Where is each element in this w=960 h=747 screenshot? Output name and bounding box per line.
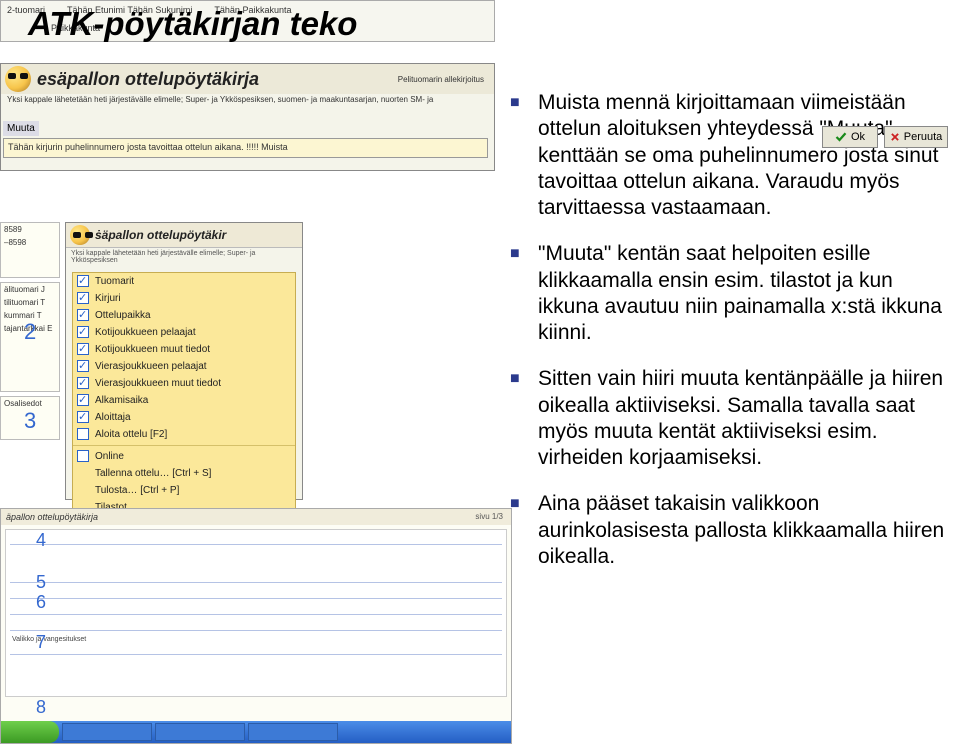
menu-item-ottelupaikka[interactable]: Ottelupaikka — [73, 307, 295, 324]
menu-label: Tuomarit — [95, 276, 134, 287]
menu-item-tallenna[interactable]: Tallenna ottelu… [Ctrl + S] — [73, 465, 295, 482]
checkbox-icon — [77, 411, 89, 423]
marker-2: 2 — [24, 319, 36, 345]
ok-label: Ok — [851, 131, 865, 143]
menu-item-aloita-ottelu[interactable]: Aloita ottelu [F2] — [73, 426, 295, 443]
cancel-label: Peruuta — [904, 131, 943, 143]
app-title: ṡäpallon ottelupöytäkir — [95, 228, 226, 242]
header-note: Yksi kappale lähetetään heti järjestäväl… — [1, 94, 494, 105]
menu-label: Kotijoukkueen pelaajat — [95, 327, 196, 338]
context-menu-window: ṡäpallon ottelupöytäkir Yksi kappale läh… — [65, 222, 303, 500]
menu-label: Vierasjoukkueen pelaajat — [95, 361, 207, 372]
checkbox-icon — [77, 275, 89, 287]
bullet-list: Muista mennä kirjoittamaan viimeistään o… — [510, 90, 950, 590]
cell: tilituomari T — [1, 296, 59, 309]
cancel-button[interactable]: Peruuta — [884, 126, 948, 148]
bullet-item: "Muuta" kentän saat helpoiten esille kli… — [510, 241, 950, 346]
checkbox-icon — [77, 343, 89, 355]
menu-label: Tulosta… [Ctrl + P] — [95, 485, 179, 496]
marker-3: 3 — [24, 408, 36, 434]
marker-4: 4 — [36, 530, 46, 551]
checkbox-icon — [77, 450, 89, 462]
menu-item-kotimuut[interactable]: Kotijoukkueen muut tiedot — [73, 341, 295, 358]
marker-6: 6 — [36, 592, 46, 613]
signature-label: Pelituomarin allekirjoitus — [392, 74, 490, 85]
taskbar-button[interactable] — [155, 723, 245, 741]
menu-label: Aloita ottelu [F2] — [95, 429, 167, 440]
checkbox-icon — [77, 360, 89, 372]
scoresheet: Valikko ja vangesitukset — [5, 529, 507, 697]
checkbox-icon — [77, 309, 89, 321]
menu-item-online[interactable]: Online — [73, 448, 295, 465]
cell: älituomari J — [1, 283, 59, 296]
menu-label: Tallenna ottelu… [Ctrl + S] — [95, 468, 211, 479]
app-title: esäpallon ottelupöytäkirja — [37, 69, 259, 90]
menu-item-kotipelaajat[interactable]: Kotijoukkueen pelaajat — [73, 324, 295, 341]
cell: 8589 — [1, 223, 59, 236]
menu-item-tulosta[interactable]: Tulosta… [Ctrl + P] — [73, 482, 295, 499]
dialog-muuta: esäpallon ottelupöytäkirja Pelituomarin … — [0, 63, 495, 171]
check-icon — [835, 131, 847, 143]
checkbox-icon — [77, 394, 89, 406]
menu-label: Kirjuri — [95, 293, 121, 304]
page-indicator: sivu 1/3 — [475, 512, 503, 521]
menu-label: Ottelupaikka — [95, 310, 151, 321]
page-title: ATK-pöytäkirjan teko — [28, 5, 357, 43]
menu-label: Online — [95, 451, 124, 462]
checkbox-icon — [77, 428, 89, 440]
muuta-input[interactable]: Tähän kirjurin puhelinnumero josta tavoi… — [3, 138, 488, 158]
menu-label: Aloittaja — [95, 412, 131, 423]
bullet-item: Aina pääset takaisin valikkoon aurinkola… — [510, 491, 950, 570]
taskbar-button[interactable] — [248, 723, 338, 741]
marker-8: 8 — [36, 697, 46, 718]
sunglasses-ball-icon — [5, 66, 31, 92]
taskbar — [1, 721, 512, 743]
menu-item-vierasmuut[interactable]: Vierasjoukkueen muut tiedot — [73, 375, 295, 392]
close-icon — [890, 132, 900, 142]
bullet-item: Sitten vain hiiri muuta kentänpäälle ja … — [510, 366, 950, 471]
section-label: Valikko ja vangesitukset — [12, 636, 86, 643]
menu-item-kirjuri[interactable]: Kirjuri — [73, 290, 295, 307]
window-title: äpallon ottelupöytäkirja — [1, 509, 511, 525]
checkbox-icon — [77, 377, 89, 389]
cell: –8598 — [1, 236, 59, 249]
checkbox-icon — [77, 292, 89, 304]
menu-item-alkamisaika[interactable]: Alkamisaika — [73, 392, 295, 409]
menu-item-aloittaja[interactable]: Aloittaja — [73, 409, 295, 426]
marker-5: 5 — [36, 572, 46, 593]
menu-label: Kotijoukkueen muut tiedot — [95, 344, 210, 355]
checkbox-icon — [77, 326, 89, 338]
marker-7: 7 — [36, 632, 46, 653]
menu-item-tuomarit[interactable]: Tuomarit — [73, 273, 295, 290]
header-note: Yksi kappale lähetetään heti järjestäväl… — [66, 248, 302, 266]
ok-button[interactable]: Ok — [822, 126, 878, 148]
muuta-label: Muuta — [3, 121, 39, 136]
taskbar-button[interactable] — [62, 723, 152, 741]
start-button[interactable] — [1, 721, 59, 743]
sidepanel-1: 8589 –8598 — [0, 222, 60, 278]
menu-separator — [73, 445, 295, 446]
sunglasses-ball-icon — [70, 225, 90, 245]
menu-label: Vierasjoukkueen muut tiedot — [95, 378, 221, 389]
menu-label: Alkamisaika — [95, 395, 148, 406]
desktop-preview: äpallon ottelupöytäkirja sivu 1/3 Valikk… — [0, 508, 512, 744]
context-menu: Tuomarit Kirjuri Ottelupaikka Kotijoukku… — [72, 272, 296, 534]
bullet-item: Muista mennä kirjoittamaan viimeistään o… — [510, 90, 950, 221]
menu-item-vieraspelaajat[interactable]: Vierasjoukkueen pelaajat — [73, 358, 295, 375]
